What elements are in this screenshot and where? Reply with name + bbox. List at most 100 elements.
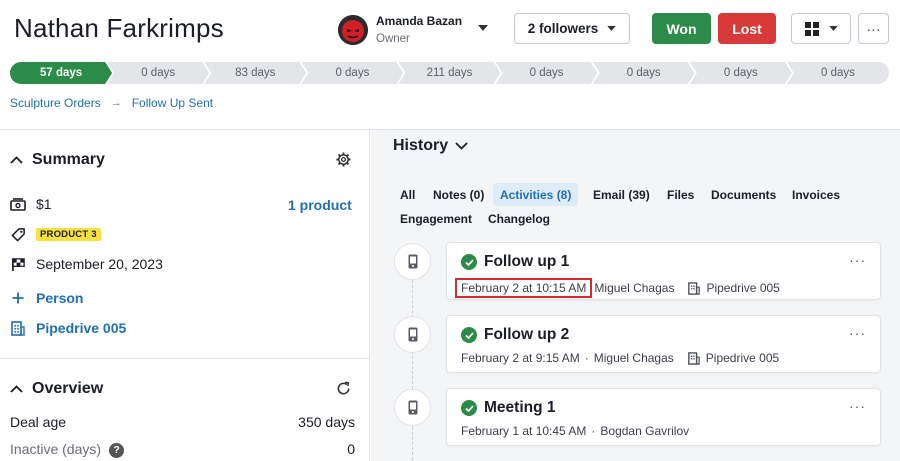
history-heading: History [393,137,449,154]
pipeline-stage[interactable]: 0 days [690,62,792,84]
pipeline-stage[interactable]: 83 days [204,62,306,84]
lost-button[interactable]: Lost [718,13,776,44]
add-person-link[interactable]: Person [10,290,83,306]
grid-icon [804,21,819,36]
breadcrumb-pipeline[interactable]: Sculpture Orders [10,96,101,110]
activity-card[interactable]: Follow up 1 ··· February 2 at 10:15 AM M… [446,242,881,300]
plus-icon [10,290,26,306]
activity-title-text: Meeting 1 [484,399,556,416]
activity-datetime-highlighted: February 2 at 10:15 AM [455,278,593,298]
tag-row: PRODUCT 3 [10,226,101,242]
chevron-down-icon [478,25,488,31]
deal-age-label: Deal age [10,414,67,430]
pipeline-stage[interactable]: 0 days [496,62,598,84]
phone-icon [394,316,431,353]
deal-title: Nathan Farkrimps [14,13,224,43]
activity-card[interactable]: Follow up 2 ··· February 2 at 9:15 AM · … [446,315,881,373]
activity-user[interactable]: Miguel Chagas [594,281,674,295]
chevron-down-icon [455,142,468,150]
view-layout-button[interactable] [791,13,851,44]
history-tab[interactable]: All [393,183,422,206]
deal-header: Nathan Farkrimps Amanda Bazan Owner 2 fo… [0,0,900,56]
money-icon [10,196,26,212]
activity-title-text: Follow up 1 [484,253,570,270]
history-tab[interactable]: Notes (0) [426,183,491,206]
owner-selector[interactable]: Amanda Bazan Owner [338,12,498,48]
help-icon[interactable]: ? [109,442,125,458]
org-link-label: Pipedrive 005 [36,320,127,336]
history-tab[interactable]: Invoices [785,183,847,206]
summary-toggle[interactable]: Summary [10,151,105,169]
history-tab[interactable]: Engagement [393,207,479,230]
phone-icon [394,243,431,280]
organization-link[interactable]: Pipedrive 005 [10,320,126,336]
activity-user[interactable]: Miguel Chagas [594,351,674,365]
pipeline-stage[interactable]: 0 days [786,62,889,84]
pipeline-stage[interactable]: 0 days [301,62,403,84]
activity-org[interactable]: Pipedrive 005 [688,281,780,295]
activity-title: Meeting 1 [461,399,555,417]
activity-title: Follow up 1 [461,253,569,271]
meta-separator: · [591,424,596,438]
activity-more-button[interactable]: ··· [849,398,866,414]
deal-age-row: Deal age 350 days [10,414,355,430]
pipeline-stage[interactable]: 57 days [10,62,112,84]
sidebar: Summary $1 1 product PRODUCT 3 September… [0,130,370,461]
check-icon[interactable] [461,400,477,416]
close-date: September 20, 2023 [36,256,163,272]
overview-toggle[interactable]: Overview [10,380,103,398]
activity-more-button[interactable]: ··· [849,252,866,268]
history-tab[interactable]: Activities (8) [493,183,579,206]
flag-icon [10,256,26,272]
breadcrumb-stage[interactable]: Follow Up Sent [132,96,213,110]
activity-org[interactable]: Pipedrive 005 [687,351,780,365]
pipeline-stage[interactable]: 211 days [398,62,500,84]
inactive-value: 0 [347,441,355,457]
history-tab[interactable]: Files [660,183,701,206]
building-icon [688,281,701,295]
more-options-button[interactable]: ··· [858,13,889,44]
refresh-icon[interactable] [336,381,351,396]
activity-more-button[interactable]: ··· [849,325,866,341]
followers-label: 2 followers [527,21,599,36]
tag-icon [10,226,26,242]
history-tab[interactable]: Email (39) [586,183,657,206]
meta-separator: · [584,351,589,365]
product-link[interactable]: 1 product [288,197,352,213]
history-tab[interactable]: Documents [704,183,783,206]
followers-button[interactable]: 2 followers [514,13,630,44]
activity-datetime: February 2 at 9:15 AM [461,351,580,365]
history-dropdown[interactable]: History [393,137,468,155]
activity-user[interactable]: Bogdan Gavrilov [600,424,689,438]
history-tab[interactable]: Changelog [481,207,557,230]
activity-meta: February 2 at 9:15 AM · Miguel Chagas Pi… [461,351,779,365]
pipeline-stage[interactable]: 0 days [107,62,209,84]
owner-name: Amanda Bazan [376,13,463,28]
chevron-down-icon [828,26,838,31]
activity-title: Follow up 2 [461,326,569,344]
activity-card[interactable]: Meeting 1 ··· February 1 at 10:45 AM · B… [446,388,881,446]
building-icon [10,320,26,336]
pipeline-stages: 57 days 0 days 83 days 0 days 211 days 0 days… [10,62,889,84]
divider [0,358,369,359]
avatar [338,15,368,45]
check-icon[interactable] [461,327,477,343]
close-date-row: September 20, 2023 [10,256,163,272]
gear-icon[interactable] [336,152,351,167]
won-button[interactable]: Won [652,13,711,44]
check-icon[interactable] [461,254,477,270]
activity-org-label: Pipedrive 005 [705,351,780,365]
activity-title-text: Follow up 2 [484,326,570,343]
building-icon [687,351,700,365]
history-panel: History All Notes (0) Activities (8) Email … [371,130,900,461]
chevron-down-icon [607,26,616,31]
inactive-label: Inactive (days) [10,441,102,457]
breadcrumb: Sculpture Orders → Follow Up Sent [10,96,213,110]
overview-heading: Overview [32,380,104,397]
activity-meta: February 2 at 10:15 AM Miguel Chagas Pip… [455,278,780,298]
product-tag[interactable]: PRODUCT 3 [36,227,101,241]
chevron-up-icon [10,385,23,393]
activity-meta: February 1 at 10:45 AM · Bogdan Gavrilov [461,424,689,438]
phone-icon [394,389,431,426]
pipeline-stage[interactable]: 0 days [593,62,695,84]
